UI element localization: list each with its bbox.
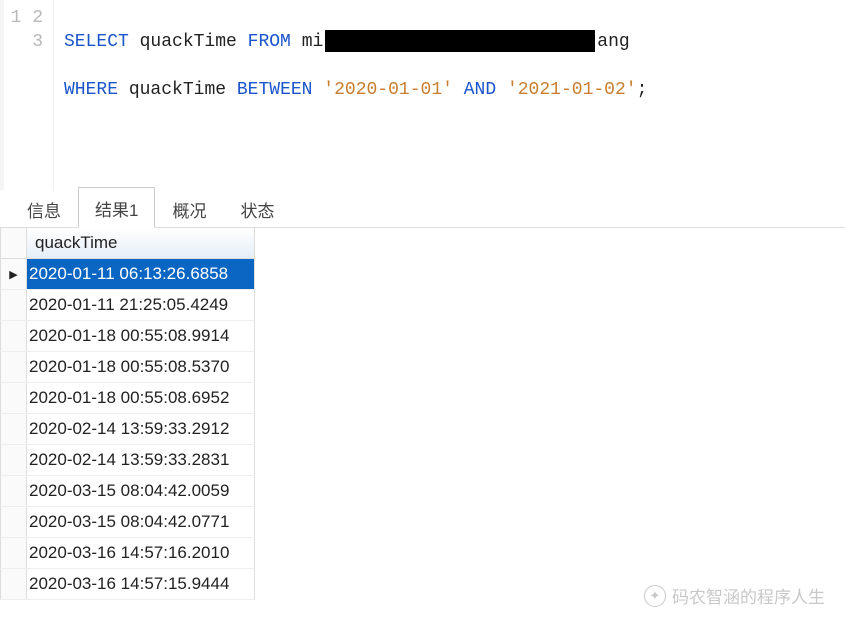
row-indicator [1,569,27,599]
table-suffix: ang [597,32,629,52]
grid-header-row: quackTime [0,228,255,259]
cell-value[interactable]: 2020-01-18 00:55:08.9914 [27,321,254,351]
table-row[interactable]: 2020-01-18 00:55:08.5370 [0,352,255,383]
semicolon: ; [637,80,648,100]
cell-value[interactable]: 2020-03-16 14:57:16.2010 [27,538,254,568]
kw-where: WHERE [64,80,118,100]
table-row[interactable]: 2020-01-18 00:55:08.6952 [0,383,255,414]
row-indicator [1,259,27,289]
line-gutter: 1 2 3 [4,0,54,190]
date-literal-2: '2021-01-02' [507,80,637,100]
column-header[interactable]: quackTime [27,228,254,258]
cell-value[interactable]: 2020-03-15 08:04:42.0771 [27,507,254,537]
row-indicator [1,321,27,351]
row-indicator [1,352,27,382]
code-area[interactable]: SELECT quackTime FROM mi ang WHERE quackT… [54,0,845,190]
cell-value[interactable]: 2020-03-16 14:57:15.9444 [27,569,254,599]
row-indicator [1,383,27,413]
redacted-block [325,30,595,52]
cell-value[interactable]: 2020-01-11 21:25:05.4249 [27,290,254,320]
col-name-2: quackTime [129,80,226,100]
table-row[interactable]: 2020-03-15 08:04:42.0771 [0,507,255,538]
cell-value[interactable]: 2020-02-14 13:59:33.2831 [27,445,254,475]
sql-editor[interactable]: 1 2 3 SELECT quackTime FROM mi ang WHERE … [0,0,845,190]
cell-value[interactable]: 2020-01-18 00:55:08.6952 [27,383,254,413]
table-row[interactable]: 2020-01-11 06:13:26.6858 [0,259,255,290]
tab-3[interactable]: 状态 [223,188,291,228]
result-tabs: 信息结果1概况状态 [0,190,845,228]
date-literal-1: '2020-01-01' [323,80,453,100]
kw-select: SELECT [64,32,129,52]
cell-value[interactable]: 2020-01-18 00:55:08.5370 [27,352,254,382]
row-indicator [1,538,27,568]
row-indicator-header [1,228,27,258]
row-indicator [1,290,27,320]
table-row[interactable]: 2020-01-18 00:55:08.9914 [0,321,255,352]
kw-between: BETWEEN [237,80,313,100]
kw-and: AND [464,80,496,100]
col-name: quackTime [140,32,237,52]
table-row[interactable]: 2020-02-14 13:59:33.2912 [0,414,255,445]
tab-2[interactable]: 概况 [155,188,223,228]
row-indicator [1,414,27,444]
results-grid[interactable]: quackTime 2020-01-11 06:13:26.68582020-0… [0,228,845,600]
grid-body[interactable]: 2020-01-11 06:13:26.68582020-01-11 21:25… [0,259,845,600]
table-prefix: mi [302,32,324,52]
cell-value[interactable]: 2020-02-14 13:59:33.2912 [27,414,254,444]
table-row[interactable]: 2020-03-16 14:57:16.2010 [0,538,255,569]
row-indicator [1,445,27,475]
cell-value[interactable]: 2020-01-11 06:13:26.6858 [27,259,254,289]
kw-from: FROM [248,32,291,52]
table-row[interactable]: 2020-03-15 08:04:42.0059 [0,476,255,507]
row-indicator [1,507,27,537]
table-row[interactable]: 2020-03-16 14:57:15.9444 [0,569,255,600]
cell-value[interactable]: 2020-03-15 08:04:42.0059 [27,476,254,506]
table-row[interactable]: 2020-01-11 21:25:05.4249 [0,290,255,321]
tab-0[interactable]: 信息 [10,188,78,228]
tab-1[interactable]: 结果1 [78,187,155,228]
table-row[interactable]: 2020-02-14 13:59:33.2831 [0,445,255,476]
row-indicator [1,476,27,506]
